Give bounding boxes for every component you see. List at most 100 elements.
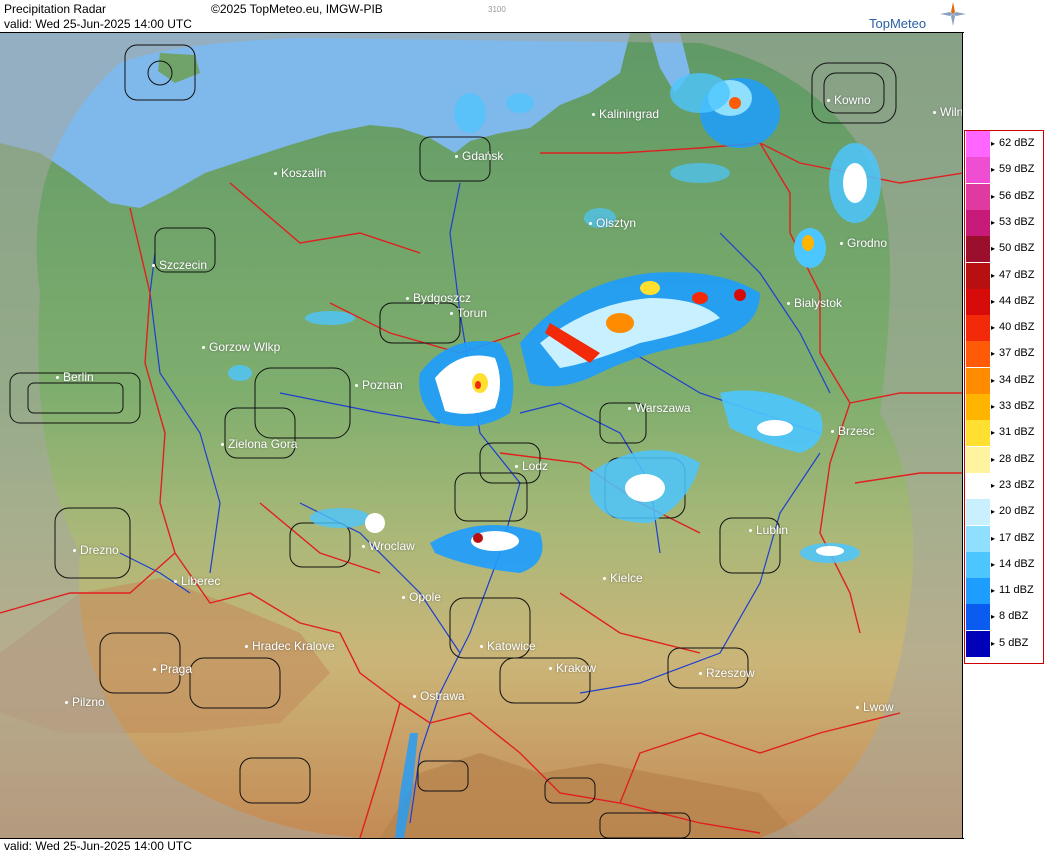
legend-label: 31 dBZ <box>991 426 1034 438</box>
legend-label: 28 dBZ <box>991 453 1034 465</box>
legend-row: 17 dBZ <box>965 525 1043 552</box>
city-label-pilzno: Pilzno <box>65 695 105 709</box>
legend-swatch <box>966 315 990 342</box>
legend-swatch <box>966 131 990 157</box>
city-label-koszalin: Koszalin <box>273 166 327 180</box>
city-label-drezno: Drezno <box>73 543 119 557</box>
city-label-bydgoszcz: Bydgoszcz <box>405 291 472 305</box>
legend-swatch <box>966 525 990 552</box>
legend-row: 14 dBZ <box>965 551 1043 578</box>
legend-row: 8 dBZ <box>965 604 1043 631</box>
map-title: Precipitation Radar <box>4 2 107 16</box>
legend-row: 11 dBZ <box>965 578 1043 605</box>
city-label-zielona-gora: Zielona Gora <box>220 437 298 451</box>
city-label-wroclaw: Wroclaw <box>362 539 415 553</box>
legend-swatch <box>966 367 990 394</box>
legend-label: 33 dBZ <box>991 400 1034 412</box>
legend-swatch <box>966 472 990 499</box>
city-label-gorzow: Gorzow Wlkp <box>201 340 281 354</box>
legend-swatch <box>966 551 990 578</box>
legend-swatch <box>966 420 990 447</box>
legend-row: 47 dBZ <box>965 262 1043 289</box>
legend-swatch <box>966 236 990 263</box>
city-label-berlin: Berlin <box>56 370 94 384</box>
legend-row: 31 dBZ <box>965 420 1043 447</box>
city-label-olsztyn: Olsztyn <box>588 216 637 230</box>
legend-label: 23 dBZ <box>991 479 1034 491</box>
legend-swatch <box>966 262 990 289</box>
city-label-torun: Torun <box>449 306 488 320</box>
legend-label: 47 dBZ <box>991 269 1034 281</box>
city-label-grodno: Grodno <box>839 236 888 250</box>
brand-name: TopMeteo <box>869 16 927 31</box>
legend-row: 44 dBZ <box>965 288 1043 315</box>
legend-row: 37 dBZ <box>965 341 1043 368</box>
legend-label: 53 dBZ <box>991 216 1034 228</box>
legend-swatch <box>966 630 990 657</box>
legend-row: 28 dBZ <box>965 446 1043 473</box>
city-label-kowno: Kowno <box>827 93 871 107</box>
city-label-lwow: Lwow <box>856 700 894 714</box>
legend-swatch <box>966 446 990 473</box>
city-label-bialystok: Bialystok <box>786 296 843 310</box>
legend-label: 62 dBZ <box>991 137 1034 149</box>
legend-swatch <box>966 578 990 605</box>
legend-row: 50 dBZ <box>965 236 1043 263</box>
legend-swatch <box>966 288 990 315</box>
brand-logo: TopMeteo <box>860 2 966 32</box>
dbz-legend: 62 dBZ 59 dBZ 56 dBZ 53 dBZ 50 dBZ 47 dBZ 44 d… <box>964 130 1044 664</box>
legend-row: 20 dBZ <box>965 499 1043 526</box>
city-label-lublin: Lublin <box>748 523 789 537</box>
legend-row: 33 dBZ <box>965 394 1043 420</box>
legend-label: 17 dBZ <box>991 532 1034 544</box>
header: Precipitation Radar ©2025 TopMeteo.eu, I… <box>0 0 964 33</box>
legend-row: 23 dBZ <box>965 472 1043 499</box>
legend-label: 40 dBZ <box>991 321 1034 333</box>
city-label-ostrawa: Ostrawa <box>413 689 465 703</box>
footer-valid-time: valid: Wed 25-Jun-2025 14:00 UTC <box>4 839 192 852</box>
legend-label: 56 dBZ <box>991 190 1034 202</box>
footer: valid: Wed 25-Jun-2025 14:00 UTC <box>0 838 964 852</box>
city-label-kielce: Kielce <box>603 571 643 585</box>
city-label-kaliningrad: Kaliningrad <box>591 107 660 121</box>
legend-row: 59 dBZ <box>965 157 1043 184</box>
city-label-praga: Praga <box>152 662 193 676</box>
legend-label: 5 dBZ <box>991 637 1028 649</box>
legend-label: 8 dBZ <box>991 610 1028 622</box>
legend-row: 53 dBZ <box>965 209 1043 236</box>
city-label-szczecin: Szczecin <box>151 258 208 272</box>
legend-label: 50 dBZ <box>991 242 1034 254</box>
city-label-liberec: Liberec <box>173 574 221 588</box>
legend-swatch <box>966 499 990 526</box>
city-label-krakow: Krakow <box>548 661 597 675</box>
city-label-poznan: Poznan <box>355 378 403 392</box>
legend-swatch <box>966 157 990 184</box>
legend-label: 59 dBZ <box>991 163 1034 175</box>
city-label-lodz: Lodz <box>514 459 549 473</box>
legend-row: 62 dBZ <box>965 131 1043 157</box>
city-label-gdansk: Gdańsk <box>454 149 504 163</box>
legend-row: 56 dBZ <box>965 183 1043 210</box>
city-label-rzeszow: Rzeszow <box>699 666 755 680</box>
legend-label: 20 dBZ <box>991 505 1034 517</box>
legend-label: 37 dBZ <box>991 347 1034 359</box>
city-label-warszawa: Warszawa <box>628 401 691 415</box>
city-label-hradec-kralove: Hradec Kralove <box>245 639 335 653</box>
city-label-brzesc: Brzesc <box>831 424 875 438</box>
legend-row: 34 dBZ <box>965 367 1043 394</box>
compass-icon <box>940 2 966 26</box>
city-label-katowice: Katowice <box>480 639 536 653</box>
valid-time: valid: Wed 25-Jun-2025 14:00 UTC <box>4 17 192 31</box>
legend-label: 34 dBZ <box>991 374 1034 386</box>
legend-swatch <box>966 394 990 420</box>
legend-swatch <box>966 209 990 236</box>
legend-swatch <box>966 183 990 210</box>
legend-label: 11 dBZ <box>991 584 1034 596</box>
legend-row: 40 dBZ <box>965 315 1043 342</box>
copyright: ©2025 TopMeteo.eu, IMGW-PIB <box>211 2 383 16</box>
legend-swatch <box>966 604 990 631</box>
city-label-opole: Opole <box>401 590 442 604</box>
legend-swatch <box>966 341 990 368</box>
image-code: 3100 <box>488 5 506 14</box>
radar-map[interactable]: Gdańsk Kaliningrad Kowno Wilno Koszalin … <box>0 33 963 838</box>
